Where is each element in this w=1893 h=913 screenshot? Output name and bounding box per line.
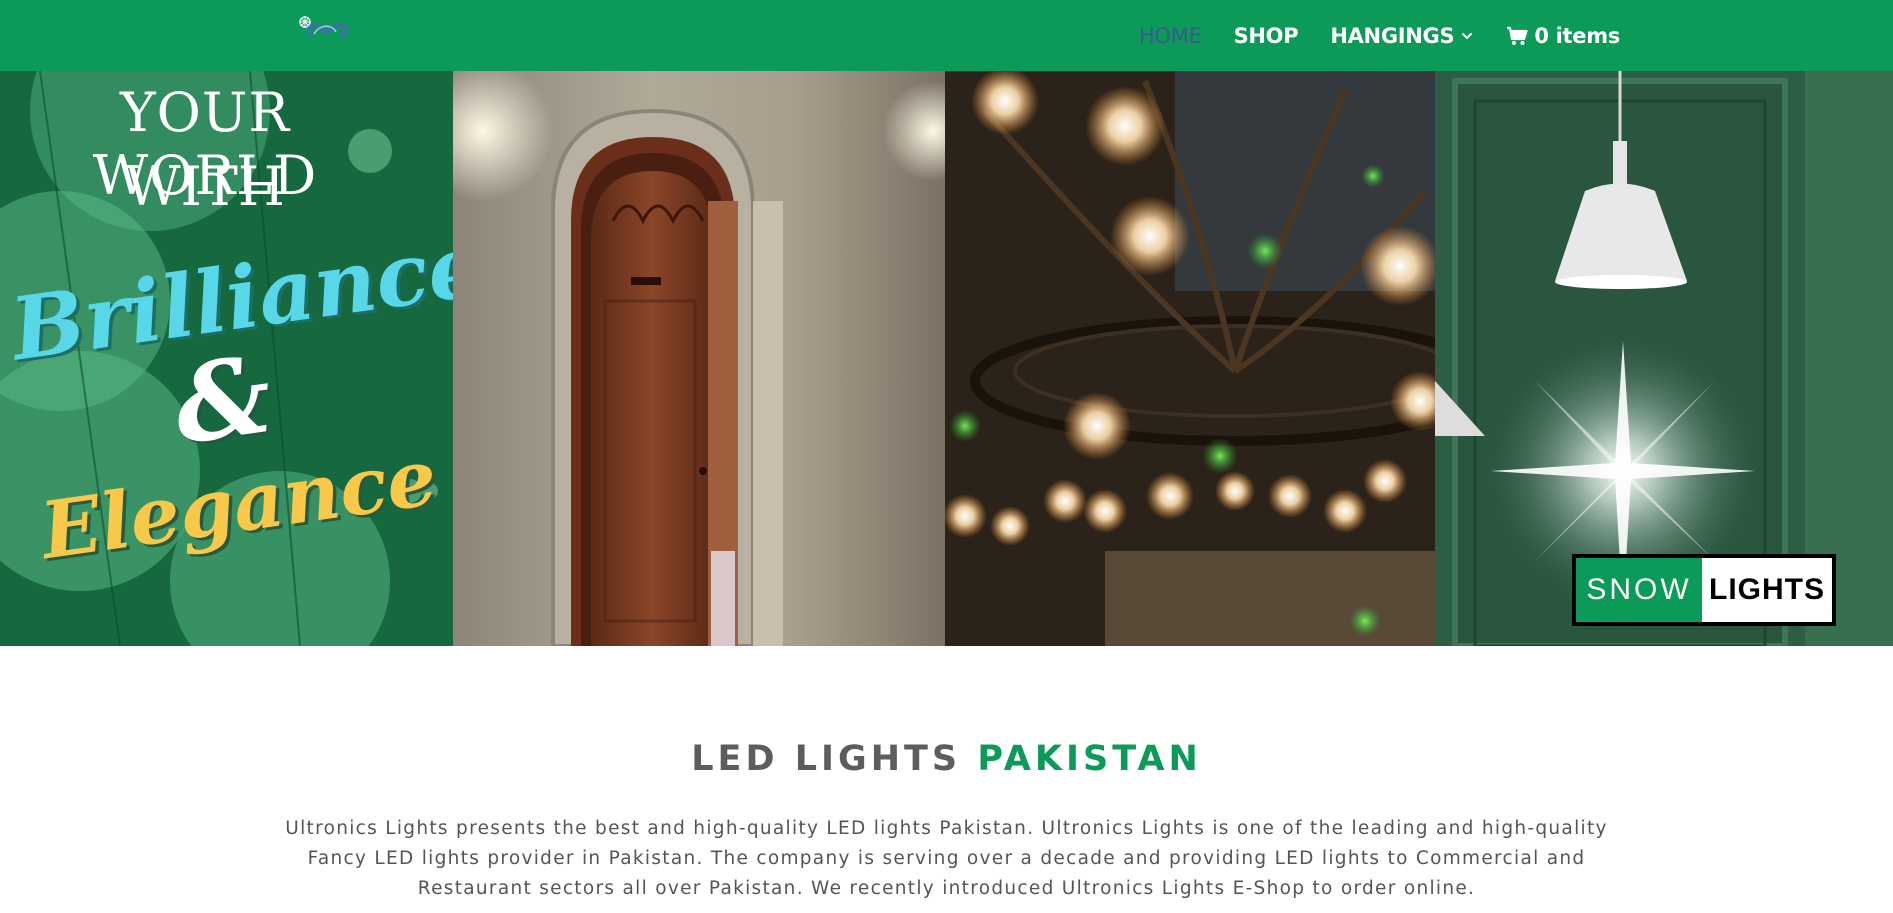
badge-snow: SNOW bbox=[1576, 558, 1702, 622]
section-title-part2: PAKISTAN bbox=[977, 739, 1202, 779]
headline-ampersand: & bbox=[166, 330, 279, 469]
intro-paragraph: Ultronics Lights presents the best and h… bbox=[285, 818, 1608, 899]
hero-panel-door bbox=[453, 71, 945, 646]
hero-slider[interactable]: YOUR WORLD WITH Brilliance & Elegance SN… bbox=[0, 71, 1893, 646]
section-title: LED LIGHTS PAKISTAN bbox=[0, 739, 1893, 779]
nav-hangings[interactable]: HANGINGS bbox=[1330, 24, 1474, 48]
site-logo[interactable] bbox=[296, 12, 350, 42]
cart-icon bbox=[1507, 26, 1528, 45]
brand-badge: SNOW LIGHTS bbox=[1572, 554, 1836, 626]
snow-logo bbox=[299, 16, 348, 38]
section-title-part1: LED LIGHTS bbox=[691, 739, 962, 779]
main-nav: HOME SHOP HANGINGS 0 items bbox=[1139, 0, 1620, 71]
chevron-down-icon bbox=[1462, 32, 1473, 39]
hero-panel-chandelier bbox=[945, 71, 1435, 646]
chandelier-image bbox=[945, 71, 1435, 646]
cart-count: 0 items bbox=[1534, 23, 1620, 48]
nav-home[interactable]: HOME bbox=[1139, 24, 1202, 48]
badge-lights: LIGHTS bbox=[1702, 558, 1832, 622]
site-header: HOME SHOP HANGINGS 0 items bbox=[0, 0, 1893, 71]
headline-line2: WITH bbox=[125, 155, 285, 218]
nav-shop[interactable]: SHOP bbox=[1234, 24, 1299, 48]
door-image bbox=[453, 71, 945, 646]
nav-hangings-label: HANGINGS bbox=[1330, 23, 1455, 48]
hero-panel-promo: YOUR WORLD WITH Brilliance & Elegance bbox=[0, 71, 453, 646]
nav-cart[interactable]: 0 items bbox=[1506, 24, 1620, 48]
